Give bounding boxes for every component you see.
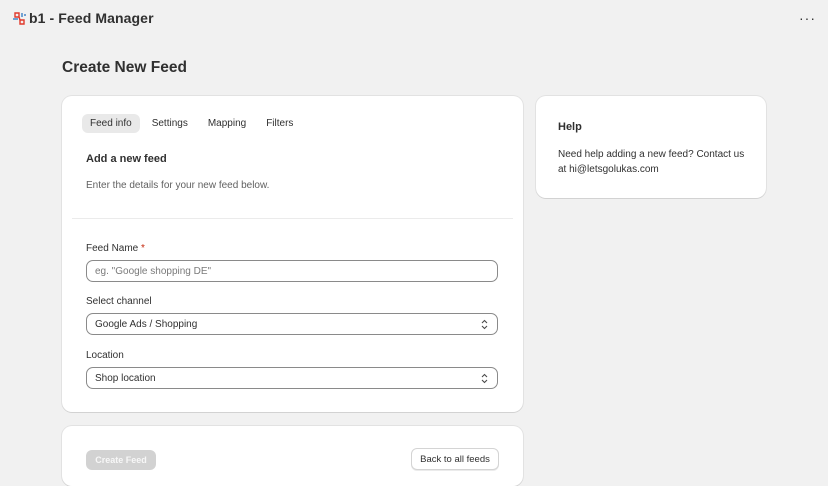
- chevron-up-down-icon: [481, 373, 488, 384]
- tab-feed-info[interactable]: Feed info: [82, 114, 140, 133]
- tab-mapping[interactable]: Mapping: [200, 114, 254, 133]
- create-feed-button[interactable]: Create Feed: [86, 450, 156, 470]
- tab-filters[interactable]: Filters: [258, 114, 301, 133]
- channel-select-value: Google Ads / Shopping: [95, 318, 198, 330]
- chevron-up-down-icon: [481, 319, 488, 330]
- divider: [72, 218, 513, 219]
- footer-actions-card: Create Feed Back to all feeds: [62, 426, 523, 486]
- feed-form-card: Feed info Settings Mapping Filters Add a…: [62, 96, 523, 412]
- app-title: b1 - Feed Manager: [29, 10, 154, 26]
- tab-settings[interactable]: Settings: [144, 114, 196, 133]
- help-text: Need help adding a new feed? Contact us …: [558, 149, 745, 175]
- b1-logo-icon: [13, 12, 26, 25]
- page-title: Create New Feed: [62, 59, 187, 76]
- app-header: b1 - Feed Manager ···: [0, 0, 828, 38]
- required-mark: *: [141, 243, 145, 254]
- location-select-value: Shop location: [95, 372, 156, 384]
- tab-bar: Feed info Settings Mapping Filters: [82, 114, 301, 133]
- back-to-feeds-button[interactable]: Back to all feeds: [411, 448, 499, 470]
- channel-label: Select channel: [86, 296, 152, 307]
- feed-name-label-text: Feed Name: [86, 243, 139, 254]
- location-select[interactable]: Shop location: [86, 367, 498, 389]
- section-description: Enter the details for your new feed belo…: [86, 180, 270, 191]
- feed-name-input[interactable]: [86, 260, 498, 282]
- help-card: Help Need help adding a new feed? Contac…: [536, 96, 766, 198]
- section-title: Add a new feed: [86, 153, 167, 165]
- feed-name-label: Feed Name *: [86, 243, 145, 254]
- more-options-button[interactable]: ···: [799, 10, 816, 26]
- channel-select[interactable]: Google Ads / Shopping: [86, 313, 498, 335]
- help-title: Help: [558, 121, 582, 133]
- location-label: Location: [86, 350, 124, 361]
